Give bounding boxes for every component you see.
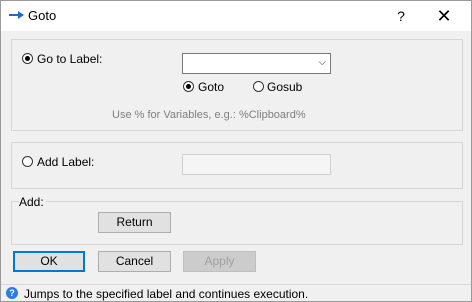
close-button[interactable]: ✕ [429,5,459,27]
title-bar: Goto ? ✕ [1,1,471,31]
add-group [11,201,463,245]
goto-dialog: Goto ? ✕ Go to Label: ⌵ Goto Gosub Use %… [0,0,472,302]
return-button[interactable]: Return [98,212,171,233]
add-group-legend: Add: [19,195,46,209]
cancel-button[interactable]: Cancel [98,251,171,272]
chevron-down-icon[interactable]: ⌵ [318,57,326,68]
gosub-radio[interactable] [253,81,264,92]
add-label-field [182,154,331,175]
go-to-label-radio[interactable] [22,53,33,64]
help-button[interactable]: ? [389,5,413,27]
gosub-radio-label[interactable]: Gosub [267,80,302,94]
apply-button: Apply [183,251,256,272]
label-combo[interactable]: ⌵ [182,53,331,74]
add-label-radio[interactable] [22,156,33,167]
goto-radio-label[interactable]: Goto [198,80,224,94]
goto-radio[interactable] [183,81,194,92]
status-text: Jumps to the specified label and continu… [24,287,309,301]
add-label-text[interactable]: Add Label: [37,155,94,169]
ok-button[interactable]: OK [13,251,85,272]
arrow-right-icon [9,11,24,19]
window-title: Goto [28,8,57,23]
status-bar: ? Jumps to the specified label and conti… [1,284,471,301]
variables-hint: Use % for Variables, e.g.: %Clipboard% [112,109,306,121]
go-to-label-text[interactable]: Go to Label: [37,52,102,66]
info-icon: ? [6,287,18,299]
